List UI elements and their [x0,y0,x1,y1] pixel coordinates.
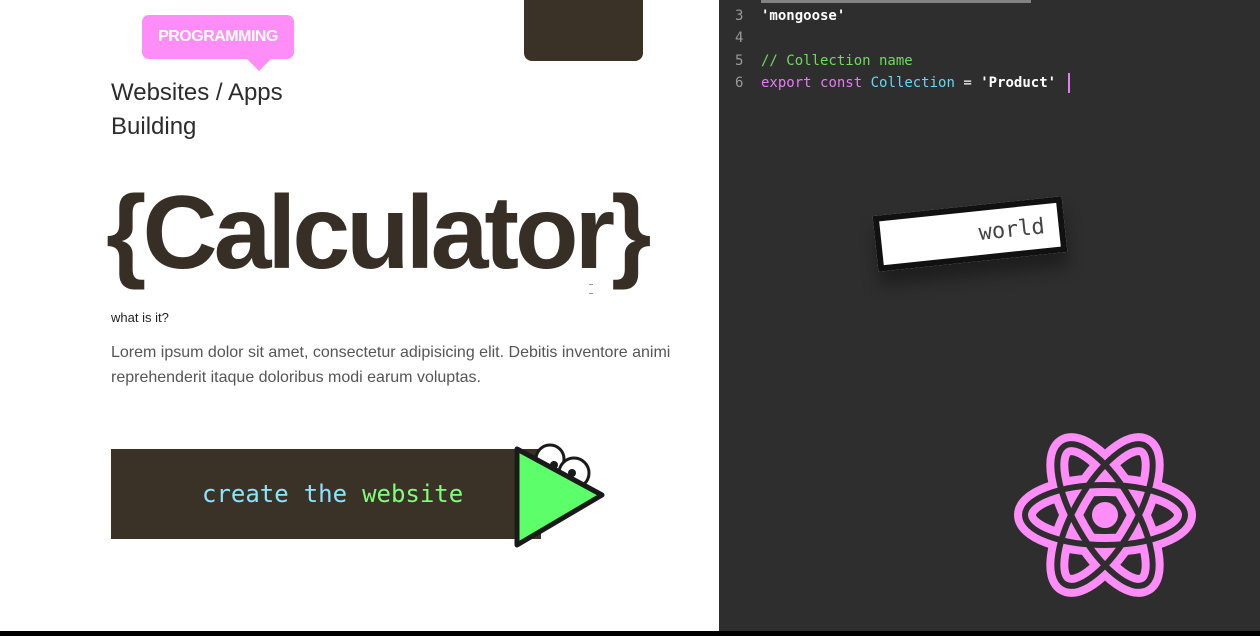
code-line-partial [735,0,1055,4]
cta-word-the: the [303,480,348,508]
intro-description: Lorem ipsum dolor sit amet, consectetur … [111,344,671,386]
text-cursor [1068,73,1071,93]
code-line-5: 5 // Collection name [735,50,913,72]
identifier: Collection [870,75,955,91]
programming-tag-label: PROGRAMMING [158,28,278,45]
string-literal: 'Product' [980,75,1057,91]
code-text: 'mongoose' [761,8,846,24]
code-comment: // Collection name [761,53,913,69]
keyword-export: export [761,75,812,91]
hero-title: {Calculator} [106,175,652,291]
cta-word-create: create [202,480,289,508]
line-number: 5 [735,53,744,69]
react-logo-icon [1014,433,1196,597]
line-number: 4 [735,30,744,46]
world-card-text: world [977,213,1046,246]
cta-word-website: website [362,480,464,508]
intro-question: what is it? [111,310,169,325]
line-number: 6 [735,75,744,91]
keyword-const: const [820,75,863,91]
left-panel: PROGRAMMING Websites / Apps Building {Ca… [0,0,719,636]
bottom-bar [0,631,1260,636]
subtitle: Websites / Apps Building [111,76,283,144]
play-icon[interactable] [512,437,612,552]
operator: = [963,75,972,91]
code-line-3: 3 'mongoose' [735,5,845,27]
create-website-button[interactable]: create the website [111,449,541,539]
line-number: 3 [735,8,744,24]
code-line-4: 4 [735,27,761,49]
text-caret-marker [589,284,593,294]
code-line-6: 6 export const Collection = 'Product' [735,72,1071,94]
decorative-dark-block [524,0,643,61]
subtitle-line-2: Building [111,113,197,140]
programming-tag: PROGRAMMING [142,15,294,71]
subtitle-line-1: Websites / Apps [111,79,283,106]
